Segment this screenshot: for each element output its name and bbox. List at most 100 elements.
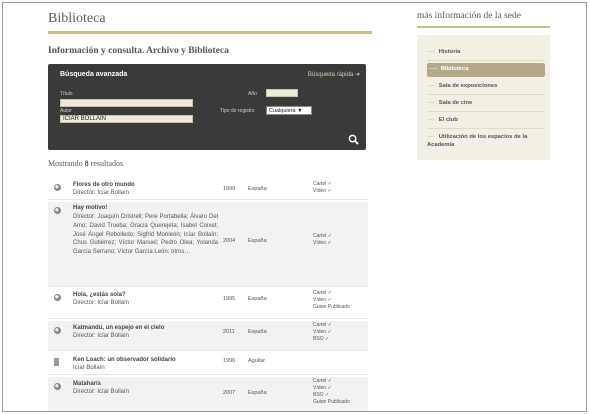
quick-search-link[interactable]: Búsqueda rápida ➜	[308, 71, 360, 78]
result-tag[interactable]: Guion Publicado	[313, 304, 350, 311]
divider	[427, 128, 545, 129]
arrow-right-icon: —›	[429, 66, 437, 72]
result-year: 2011	[223, 329, 235, 335]
disc-icon	[54, 207, 61, 214]
sidebar-menu: —› Historia —› Biblioteca —› Sala de exposi…	[417, 35, 550, 160]
result-country: España	[248, 296, 267, 302]
disc-icon	[54, 294, 61, 301]
advanced-search-panel: Búsqueda avanzada Búsqueda rápida ➜ Títu…	[48, 64, 366, 150]
sidebar-item-label: Sala de cine	[438, 100, 473, 106]
search-icon[interactable]	[348, 134, 359, 145]
disc-icon	[54, 327, 61, 334]
disc-icon	[54, 383, 61, 390]
arrow-right-icon: —›	[427, 83, 435, 89]
quick-search-label: Búsqueda rápida	[307, 72, 354, 78]
result-tag[interactable]: Cartel ✓	[313, 290, 350, 297]
result-director: Director: Joaquín Oristrell; Pere Portab…	[73, 214, 218, 256]
result-row[interactable]: Ken Loach: un observador solidario Icíar…	[48, 353, 368, 375]
result-row[interactable]: Hay motivo! Director: Joaquín Oristrell;…	[48, 202, 368, 287]
result-year: 1999	[223, 186, 236, 192]
result-row[interactable]: Flores de otro mundo Director: Icíar Bol…	[48, 179, 368, 200]
result-tags: Cartel ✓ Vídeo ✓ BSO ✓ Guion Publicado	[313, 378, 350, 406]
result-country: España	[248, 329, 267, 335]
sidebar-item-label: Sala de exposiciones	[438, 83, 498, 89]
result-title[interactable]: Hola, ¿estás sola?	[73, 292, 126, 298]
result-tags: Cartel ✓ Vídeo ✓ Guion Publicado	[313, 290, 350, 311]
sidebar-item-sala-exposiciones[interactable]: —› Sala de exposiciones	[427, 83, 545, 91]
result-tag[interactable]: BSO ✓	[313, 392, 350, 399]
result-tag[interactable]: Cartel ✓	[313, 378, 350, 385]
year-label: Año	[248, 91, 257, 97]
result-tag[interactable]: Vídeo ✓	[313, 385, 350, 392]
result-tag[interactable]: Vídeo ✓	[313, 329, 332, 336]
result-year: 2007	[223, 390, 236, 396]
result-tags: Cartel ✓ Vídeo ✓	[313, 181, 332, 195]
sidebar-item-sala-cine[interactable]: —› Sala de cine	[427, 100, 545, 108]
advanced-search-heading: Búsqueda avanzada	[60, 71, 128, 78]
sidebar-item-el-club[interactable]: —› El club	[427, 117, 545, 125]
title-field[interactable]	[60, 99, 193, 107]
result-title[interactable]: Flores de otro mundo	[73, 182, 135, 188]
sidebar-item-label: Historia	[438, 49, 461, 55]
sidebar-item-biblioteca[interactable]: —› Biblioteca	[427, 63, 545, 77]
arrow-right-icon: —›	[427, 134, 435, 140]
result-tag[interactable]: Cartel ✓	[313, 322, 332, 329]
result-tag[interactable]: BSO ✓	[313, 336, 332, 343]
result-tag[interactable]: Vídeo ✓	[313, 188, 332, 195]
divider	[427, 94, 545, 95]
arrow-right-icon: —›	[427, 49, 435, 55]
author-field[interactable]: ICIAR BOLLAIN	[60, 115, 193, 123]
divider	[427, 60, 545, 61]
result-title[interactable]: Katmandú, un espejo en el cielo	[73, 325, 164, 331]
page-frame: Biblioteca Información y consulta. Archi…	[2, 2, 587, 412]
sidebar-item-espacios[interactable]: —› Utilización de los espacios de la Acad…	[427, 134, 545, 149]
result-tag[interactable]: Guion Publicado	[313, 399, 350, 406]
title-label: Título	[60, 91, 73, 97]
results-suffix: resultados	[90, 159, 124, 168]
results-summary: Mostrando 8 resultados	[48, 159, 123, 168]
result-tags: Cartel ✓ Vídeo ✓	[313, 233, 332, 247]
results-showing: Mostrando	[48, 159, 83, 168]
result-director: Director: Icíar Bollaín	[73, 389, 130, 395]
record-type-value: Cualquiera	[269, 108, 296, 114]
book-icon	[54, 358, 59, 366]
disc-icon	[54, 184, 61, 191]
result-row[interactable]: Mataharis Director: Icíar Bollaín 2007 E…	[48, 377, 368, 411]
sidebar-item-label: El club	[438, 117, 458, 123]
result-row[interactable]: Katmandú, un espejo en el cielo Director…	[48, 321, 368, 351]
result-title[interactable]: Mataharis	[73, 381, 101, 387]
result-row[interactable]: Hola, ¿estás sola? Director: Icíar Bolla…	[48, 289, 368, 319]
result-year: 1995	[223, 296, 236, 302]
result-year: 1996	[223, 358, 236, 364]
section-subtitle: Información y consulta. Archivo y Biblio…	[48, 46, 229, 56]
sidebar-rule	[417, 26, 550, 28]
result-title[interactable]: Hay motivo!	[73, 205, 107, 211]
result-country: España	[248, 238, 267, 244]
result-title[interactable]: Ken Loach: un observador solidario	[73, 357, 176, 363]
result-publisher: Aguilar	[248, 358, 266, 364]
result-tag[interactable]: Cartel ✓	[313, 233, 332, 240]
arrow-right-icon: —›	[427, 117, 435, 123]
result-director: Director: Icíar Bollaín	[73, 300, 130, 306]
record-type-label: Tipo de registro	[220, 108, 255, 114]
author-label: Autor	[60, 108, 72, 114]
result-tags: Cartel ✓ Vídeo ✓ BSO ✓	[313, 322, 332, 343]
dropdown-arrow-icon: ▼	[297, 108, 303, 114]
year-field[interactable]	[266, 89, 298, 97]
result-country: España	[248, 390, 267, 396]
sidebar-item-label: Biblioteca	[440, 66, 469, 72]
result-director: Director: Icíar Bollaín	[73, 333, 130, 339]
page-title: Biblioteca	[48, 11, 106, 26]
result-director: Director: Icíar Bollaín	[73, 190, 130, 196]
divider	[427, 111, 545, 112]
result-tag[interactable]: Cartel ✓	[313, 181, 332, 188]
result-tag[interactable]: Vídeo ✓	[313, 240, 332, 247]
arrow-right-icon: —›	[427, 100, 435, 106]
sidebar-item-historia[interactable]: —› Historia	[427, 49, 545, 57]
result-author: Icíar Bollaín	[73, 365, 105, 371]
main-column: Biblioteca Información y consulta. Archi…	[48, 9, 372, 411]
record-type-select[interactable]: Cualquiera ▼	[266, 106, 312, 115]
result-tag[interactable]: Vídeo ✓	[313, 297, 350, 304]
results-count: 8	[84, 159, 89, 168]
sidebar-title: más información de la sede	[417, 11, 521, 21]
